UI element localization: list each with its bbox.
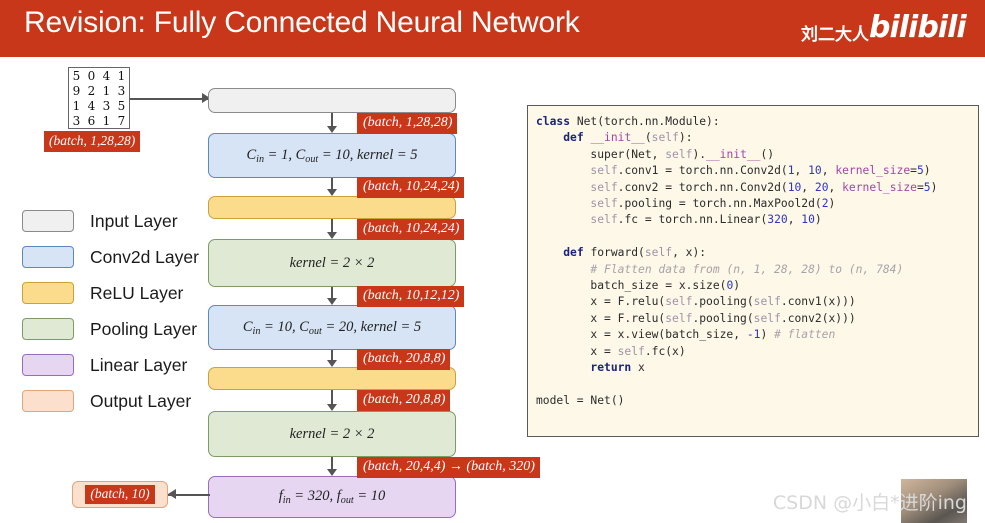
shape-after-conv2: (batch, 20,8,8) <box>357 349 451 371</box>
connector-grid-to-input <box>130 97 208 100</box>
digit-cell: 1 <box>117 68 126 83</box>
legend-item-pooling-layer: Pooling Layer <box>22 311 199 347</box>
flow-box-label: kernel = 2 × 2 <box>289 425 375 442</box>
legend-swatch <box>22 390 74 412</box>
digit-cell: 9 <box>72 83 81 98</box>
digit-cell: 5 <box>117 98 126 113</box>
flow-connector-arrowhead <box>326 232 337 239</box>
flow-box-label: kernel = 2 × 2 <box>289 254 375 271</box>
flow-connector-arrowhead <box>326 189 337 196</box>
legend-swatch <box>22 246 74 268</box>
legend-label: Conv2d Layer <box>90 246 199 267</box>
input-shape-badge: (batch, 1,28,28) <box>44 131 141 152</box>
output-shape-badge: (batch, 10) <box>85 485 155 504</box>
legend-label: ReLU Layer <box>90 282 184 303</box>
flow-box-relu-1 <box>208 196 456 219</box>
shape-after-pool1: (batch, 10,12,12) <box>357 286 465 308</box>
flow-box-pooling-1: kernel = 2 × 2 <box>208 239 456 287</box>
author-name: 刘二大人 <box>801 25 869 45</box>
output-layer-box: (batch, 10) <box>72 481 168 508</box>
legend-item-input-layer: Input Layer <box>22 203 199 239</box>
digit-cell: 3 <box>102 98 111 113</box>
legend-swatch <box>22 282 74 304</box>
legend-label: Input Layer <box>90 210 178 231</box>
flow-connector-arrowhead <box>326 404 337 411</box>
shape-after-relu1: (batch, 10,24,24) <box>357 219 465 241</box>
digit-cell: 0 <box>87 68 96 83</box>
flow-connector <box>331 219 333 233</box>
page-title: Revision: Fully Connected Neural Network <box>24 6 580 39</box>
legend-swatch <box>22 354 74 376</box>
digit-cell: 2 <box>87 83 96 98</box>
flow-box-label: Cin = 10, Cout = 20, kernel = 5 <box>242 318 422 337</box>
layer-legend: Input Layer Conv2d Layer ReLU Layer Pooling… <box>22 203 199 419</box>
legend-item-output-layer: Output Layer <box>22 383 199 419</box>
shape-after-relu2: (batch, 20,8,8) <box>357 390 451 412</box>
shape-after-conv1: (batch, 10,24,24) <box>357 177 465 199</box>
code-panel: class Net(torch.nn.Module): def __init__… <box>527 105 979 437</box>
flow-connector-arrowhead <box>326 469 337 476</box>
legend-label: Pooling Layer <box>90 318 198 339</box>
bilibili-logo: bilibili <box>869 10 967 45</box>
legend-label: Output Layer <box>90 390 192 411</box>
page-header: Revision: Fully Connected Neural Network… <box>0 0 985 57</box>
digit-cell: 7 <box>117 113 126 128</box>
shape-after-input: (batch, 1,28,28) <box>357 113 458 135</box>
shape-after-pool2: (batch, 20,4,4) → (batch, 320) <box>357 457 540 479</box>
flow-box-pooling-2: kernel = 2 × 2 <box>208 411 456 457</box>
flow-connector-arrowhead <box>326 126 337 133</box>
flow-box-label: Cin = 1, Cout = 10, kernel = 5 <box>246 146 418 165</box>
flow-box-conv2d-1: Cin = 1, Cout = 10, kernel = 5 <box>208 133 456 178</box>
digit-cell: 4 <box>102 68 111 83</box>
digit-cell: 4 <box>87 98 96 113</box>
digit-cell: 1 <box>72 98 81 113</box>
digit-cell: 1 <box>102 113 111 128</box>
legend-swatch <box>22 318 74 340</box>
flow-box-label: fin = 320, fout = 10 <box>278 488 386 506</box>
digit-cell: 3 <box>117 83 126 98</box>
digit-cell: 5 <box>72 68 81 83</box>
flow-box-input-layer <box>208 88 456 113</box>
connector-output-arrowhead <box>168 489 176 499</box>
legend-swatch <box>22 210 74 232</box>
mnist-digit-grid: 5041921314353617 <box>68 67 130 129</box>
flow-connector-arrowhead <box>326 360 337 367</box>
python-source-code: class Net(torch.nn.Module): def __init__… <box>536 115 938 407</box>
legend-item-conv2d-layer: Conv2d Layer <box>22 239 199 275</box>
digit-cell: 1 <box>102 83 111 98</box>
legend-item-linear-layer: Linear Layer <box>22 347 199 383</box>
flow-box-linear: fin = 320, fout = 10 <box>208 476 456 518</box>
flow-connector <box>331 113 333 127</box>
flow-connector-arrowhead <box>326 298 337 305</box>
flow-box-conv2d-2: Cin = 10, Cout = 20, kernel = 5 <box>208 305 456 350</box>
legend-label: Linear Layer <box>90 354 188 375</box>
csdn-watermark: CSDN @小白*进阶ing <box>772 492 967 514</box>
flow-connector <box>331 390 333 405</box>
flow-box-relu-2 <box>208 367 456 390</box>
digit-cell: 6 <box>87 113 96 128</box>
digit-cell: 3 <box>72 113 81 128</box>
legend-item-relu-layer: ReLU Layer <box>22 275 199 311</box>
